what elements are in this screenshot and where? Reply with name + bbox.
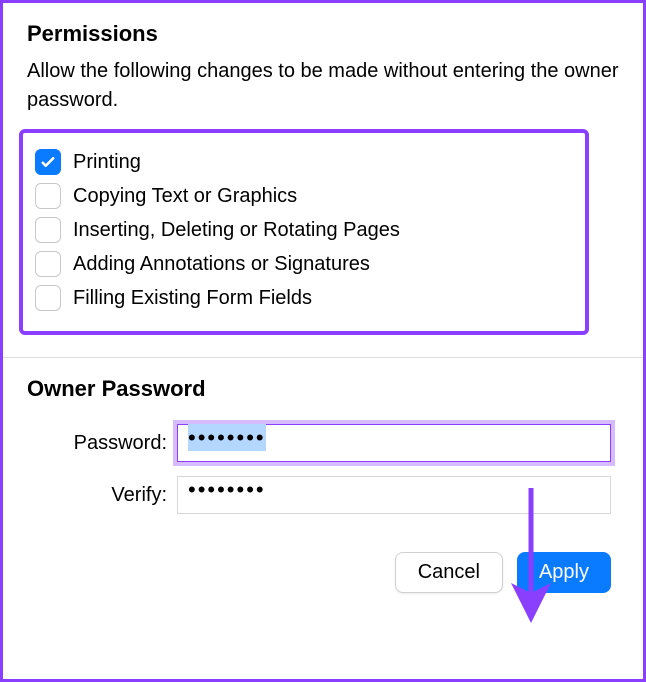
verify-input[interactable]: •••••••• — [177, 476, 611, 514]
permissions-title: Permissions — [27, 21, 619, 47]
cancel-button[interactable]: Cancel — [395, 552, 503, 593]
permission-row-filling[interactable]: Filling Existing Form Fields — [35, 285, 573, 311]
permission-label: Filling Existing Form Fields — [73, 287, 312, 310]
permission-row-copying[interactable]: Copying Text or Graphics — [35, 183, 573, 209]
checkbox-annotations[interactable] — [35, 251, 61, 277]
password-label: Password: — [27, 432, 177, 455]
permission-label: Inserting, Deleting or Rotating Pages — [73, 219, 400, 242]
section-divider — [3, 357, 643, 358]
permissions-highlight-box: Printing Copying Text or Graphics Insert… — [19, 129, 589, 335]
permission-row-annotations[interactable]: Adding Annotations or Signatures — [35, 251, 573, 277]
checkmark-icon — [39, 153, 57, 171]
verify-row: Verify: •••••••• — [27, 476, 619, 514]
verify-label: Verify: — [27, 484, 177, 507]
owner-password-title: Owner Password — [27, 376, 619, 402]
permission-label: Printing — [73, 151, 141, 174]
checkbox-printing[interactable] — [35, 149, 61, 175]
password-input[interactable]: •••••••• — [177, 424, 611, 462]
checkbox-inserting[interactable] — [35, 217, 61, 243]
apply-button[interactable]: Apply — [517, 552, 611, 593]
permission-label: Copying Text or Graphics — [73, 185, 297, 208]
checkbox-copying[interactable] — [35, 183, 61, 209]
checkbox-filling[interactable] — [35, 285, 61, 311]
permission-label: Adding Annotations or Signatures — [73, 253, 370, 276]
password-row: Password: •••••••• — [27, 424, 619, 462]
permissions-description: Allow the following changes to be made w… — [27, 57, 619, 115]
permission-row-printing[interactable]: Printing — [35, 149, 573, 175]
permission-row-inserting[interactable]: Inserting, Deleting or Rotating Pages — [35, 217, 573, 243]
dialog-buttons: Cancel Apply — [27, 552, 619, 593]
